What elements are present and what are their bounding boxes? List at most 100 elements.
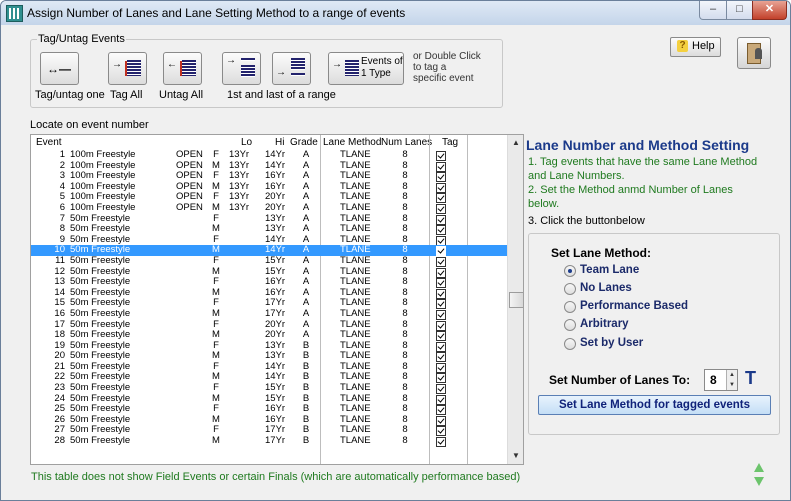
cell-name: 50m Freestyle [70, 435, 131, 447]
help-label: Help [692, 40, 715, 52]
tag-checkbox[interactable] [436, 331, 446, 342]
cell-lanes: 8 [402, 201, 408, 213]
set-lane-method-button[interactable]: Set Lane Method for tagged events [538, 395, 771, 415]
events-table[interactable]: Event Lo Hi Grade Lane Method Num Lanes … [30, 134, 524, 465]
events-of-one-type-button[interactable]: → Events of 1 Type [328, 52, 404, 85]
tag-all-icon: → [109, 53, 146, 84]
header-hi: Hi [275, 137, 285, 148]
tag-checkbox[interactable] [436, 214, 446, 225]
maximize-button[interactable]: □ [726, 1, 753, 20]
radio-icon [564, 301, 576, 313]
header-lane-method: Lane Method [323, 137, 382, 148]
table-row[interactable]: 6 100m Freestyle OPEN M 13Yr 20Yr A TLANE 8 [31, 201, 507, 214]
tag-all-button[interactable]: → [108, 52, 147, 85]
scroll-up-icon[interactable]: ▲ [509, 136, 523, 150]
untag-all-label: Untag All [159, 89, 204, 101]
cell-grade: A [302, 201, 310, 213]
radio-icon [564, 283, 576, 295]
help-icon: ? [677, 40, 688, 52]
cell-gender: M [212, 307, 220, 319]
tag-checkbox[interactable] [436, 256, 446, 267]
radio-label: Arbitrary [580, 318, 629, 330]
header-num-lanes: Num Lanes [381, 137, 433, 148]
tag-checkbox[interactable] [436, 384, 446, 395]
lane-method-group: Set Lane Method: Team Lane No Lanes Perf… [528, 233, 780, 435]
cell-lo: 13Yr [229, 201, 250, 213]
instruction-line: and Lane Numbers. [528, 170, 625, 182]
tag-checkbox[interactable] [436, 172, 446, 183]
tag-checkbox[interactable] [436, 235, 446, 246]
up-down-arrows-icon[interactable] [752, 463, 766, 489]
radio-label: Set by User [580, 337, 644, 349]
header-tag: Tag [442, 137, 459, 148]
close-button[interactable]: ✕ [752, 1, 787, 20]
untag-all-button[interactable]: ← [163, 52, 202, 85]
tag-checkbox[interactable] [436, 394, 446, 405]
minimize-button[interactable]: – [699, 1, 727, 20]
tag-checkbox[interactable] [436, 341, 446, 352]
exit-button[interactable] [737, 37, 771, 69]
tag-checkbox[interactable] [436, 405, 446, 416]
num-lanes-spinner[interactable]: 8 ▲ ▼ [704, 369, 738, 391]
tag-checkbox[interactable] [436, 373, 446, 384]
tag-checkbox[interactable] [436, 225, 446, 236]
footnote: This table does not show Field Events or… [31, 471, 521, 483]
range-first-button[interactable]: → [222, 52, 261, 85]
table-row[interactable]: 16 50m Freestyle M 17Yr A TLANE 8 [31, 307, 507, 320]
cell-num: 28 [54, 435, 65, 447]
cell-name: 100m Freestyle [70, 149, 136, 160]
tag-untag-one-button[interactable]: ↔— [40, 52, 79, 85]
tag-checkbox[interactable] [436, 193, 446, 204]
cell-num: 1 [59, 149, 65, 160]
radio-label: Performance Based [580, 300, 689, 312]
tag-checkbox[interactable] [436, 309, 446, 320]
tag-checkbox[interactable] [436, 426, 446, 437]
tag-checkbox[interactable] [436, 203, 446, 214]
tag-untag-group: Tag/Untag Events ↔— Tag/untag one → Tag … [30, 33, 503, 108]
tag-checkbox[interactable] [436, 278, 446, 289]
locate-event-label[interactable]: Locate on event number [30, 119, 149, 131]
events-of-type-line2: 1 Type [361, 68, 391, 79]
t-icon[interactable]: T [745, 368, 756, 389]
table-row[interactable]: 1 100m Freestyle OPEN F 13Yr 14Yr A TLANE 8 [31, 149, 507, 161]
cell-open: OPEN [176, 201, 203, 213]
tag-checkbox[interactable] [436, 362, 446, 373]
tag-checkbox[interactable] [436, 437, 446, 448]
title-bar[interactable]: Assign Number of Lanes and Lane Setting … [1, 1, 790, 25]
tag-checkbox[interactable] [436, 246, 446, 257]
tag-checkbox[interactable] [436, 352, 446, 363]
radio-icon [564, 319, 576, 331]
tag-all-label: Tag All [110, 89, 143, 101]
tag-checkbox[interactable] [436, 267, 446, 278]
tag-checkbox[interactable] [436, 415, 446, 426]
double-click-hint: or Double Click to tag a specific event [413, 51, 481, 84]
cell-lanes: 8 [402, 149, 408, 160]
num-lanes-value[interactable]: 8 [710, 373, 717, 387]
cell-method: TLANE [340, 201, 371, 213]
spinner-arrows-icon[interactable]: ▲ ▼ [726, 370, 737, 390]
tag-checkbox[interactable] [436, 151, 446, 161]
table-row[interactable]: 28 50m Freestyle M 17Yr B TLANE 8 [31, 435, 507, 448]
tag-checkbox[interactable] [436, 288, 446, 299]
tag-checkbox[interactable] [436, 182, 446, 193]
tag-checkbox[interactable] [436, 161, 446, 172]
app-window: Assign Number of Lanes and Lane Setting … [0, 0, 791, 501]
header-event: Event [36, 137, 62, 148]
scroll-down-icon[interactable]: ▼ [509, 449, 523, 463]
cell-lanes: 8 [402, 435, 408, 447]
dialog-body: Tag/Untag Events ↔— Tag/untag one → Tag … [7, 26, 784, 496]
scroll-thumb[interactable] [509, 292, 523, 308]
instruction-line: 2. Set the Method anmd Number of Lanes [528, 184, 733, 196]
cell-name: 50m Freestyle [70, 254, 131, 266]
lane-method-title: Set Lane Method: [551, 246, 652, 260]
cell-grade: A [302, 149, 310, 160]
tag-checkbox[interactable] [436, 299, 446, 310]
table-scrollbar[interactable]: ▲ ▼ [507, 135, 523, 464]
table-row[interactable]: 11 50m Freestyle F 15Yr A TLANE 8 [31, 254, 507, 267]
hint-line1: or Double Click [413, 51, 481, 62]
tag-checkbox[interactable] [436, 320, 446, 331]
radio-label: No Lanes [580, 282, 632, 294]
cell-gender: F [213, 149, 219, 160]
help-button[interactable]: ? Help [670, 37, 721, 57]
range-last-button[interactable]: → [272, 52, 311, 85]
